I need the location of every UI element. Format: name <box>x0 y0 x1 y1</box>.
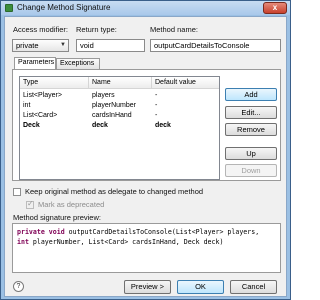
table-row[interactable]: Deck deck deck <box>20 121 219 131</box>
close-button[interactable]: x <box>263 2 287 14</box>
column-header-type[interactable]: Type <box>20 77 89 89</box>
table-row[interactable]: int playerNumber - <box>20 101 219 111</box>
down-button[interactable]: Down <box>225 164 277 177</box>
tab-parameters[interactable]: Parameters <box>14 57 56 69</box>
cell-type: List<Player> <box>23 92 62 99</box>
help-icon[interactable]: ? <box>13 281 24 292</box>
dialog-title: Change Method Signature <box>17 3 111 12</box>
up-button[interactable]: Up <box>225 147 277 160</box>
mark-deprecated-label: Mark as deprecated <box>38 200 105 209</box>
method-name-label: Method name: <box>150 25 198 34</box>
table-header: Type Name Default value <box>20 77 219 89</box>
keep-original-checkbox[interactable] <box>13 188 21 196</box>
edit-button[interactable]: Edit... <box>225 106 277 119</box>
signature-preview: private void outputCardDetailsToConsole(… <box>12 223 281 273</box>
access-modifier-select[interactable]: private ▼ <box>12 39 69 52</box>
table-row[interactable]: List<Card> cardsInHand - <box>20 111 219 121</box>
column-header-name[interactable]: Name <box>89 77 152 89</box>
cell-default: - <box>155 102 158 109</box>
keyword-void: void <box>48 228 65 236</box>
cell-type: int <box>23 102 31 109</box>
cell-name: players <box>92 92 115 99</box>
cell-default: - <box>155 92 158 99</box>
mark-deprecated-checkbox[interactable]: ✓ <box>26 199 34 209</box>
cell-default: - <box>155 112 158 119</box>
remove-button[interactable]: Remove <box>225 123 277 136</box>
title-bar[interactable]: Change Method Signature x <box>1 1 290 15</box>
dialog-window: Change Method Signature x Access modifie… <box>0 0 291 300</box>
keep-original-label: Keep original method as delegate to chan… <box>25 187 204 196</box>
access-modifier-label: Access modifier: <box>13 25 69 34</box>
method-name-input[interactable]: outputCardDetailsToConsole <box>150 39 281 52</box>
tab-exceptions[interactable]: Exceptions <box>56 58 100 69</box>
keyword-int: int <box>17 238 29 246</box>
dialog-client: Access modifier: Return type: Method nam… <box>4 16 287 297</box>
cell-default: deck <box>155 122 171 129</box>
cell-name: playerNumber <box>92 102 136 109</box>
keyword-private: private <box>17 228 45 236</box>
cancel-button[interactable]: Cancel <box>230 280 277 294</box>
return-type-label: Return type: <box>76 25 117 34</box>
parameters-panel: Type Name Default value List<Player> pla… <box>12 69 281 181</box>
preview-line2: playerNumber, List<Card> cardsInHand, De… <box>28 238 224 246</box>
preview-line1: outputCardDetailsToConsole(List<Player> … <box>64 228 260 236</box>
method-icon <box>5 4 13 12</box>
parameters-table: Type Name Default value List<Player> pla… <box>19 76 220 180</box>
cell-name: deck <box>92 122 108 129</box>
add-button[interactable]: Add <box>225 88 277 101</box>
cell-type: Deck <box>23 122 40 129</box>
checkmark-icon: ✓ <box>27 199 34 208</box>
cell-type: List<Card> <box>23 112 58 119</box>
preview-button[interactable]: Preview > <box>124 280 171 294</box>
access-modifier-value: private <box>16 41 39 50</box>
table-row[interactable]: List<Player> players - <box>20 91 219 101</box>
cell-name: cardsInHand <box>92 112 132 119</box>
ok-button[interactable]: OK <box>177 280 224 294</box>
column-header-default[interactable]: Default value <box>152 77 219 89</box>
return-type-input[interactable]: void <box>76 39 145 52</box>
chevron-down-icon: ▼ <box>60 42 66 48</box>
preview-label: Method signature preview: <box>13 213 101 222</box>
